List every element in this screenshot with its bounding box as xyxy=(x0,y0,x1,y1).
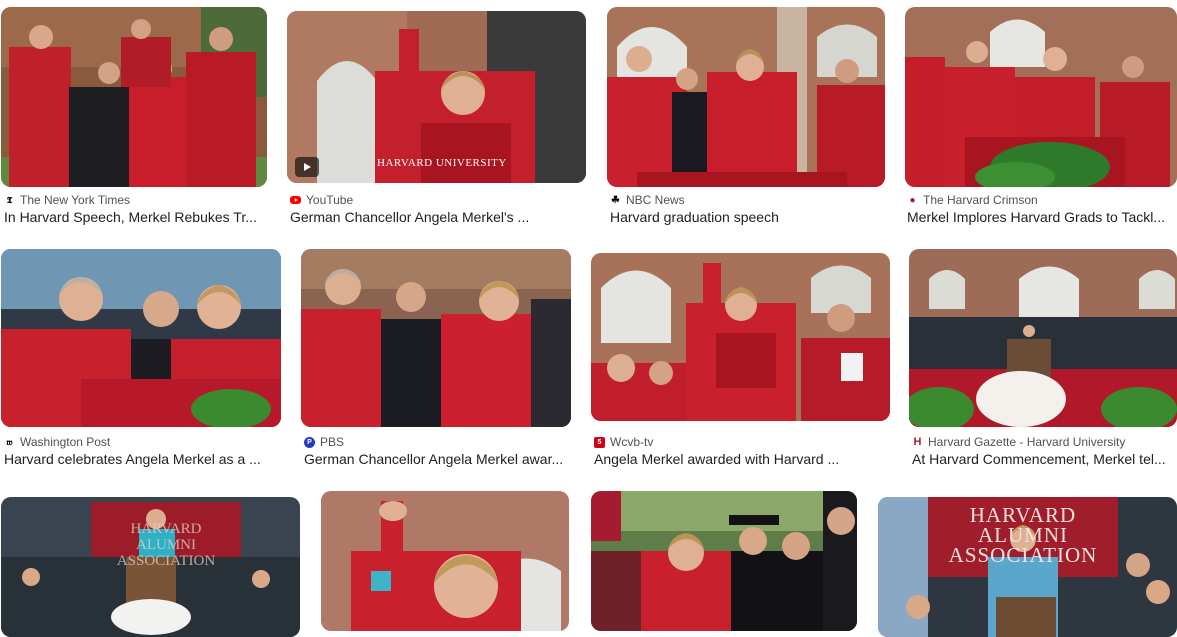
image-result-7[interactable]: 5 Wcvb-tv Angela Merkel awarded with Har… xyxy=(590,240,896,480)
image-result-8[interactable]: H Harvard Gazette - Harvard University A… xyxy=(908,240,1177,480)
result-thumbnail[interactable] xyxy=(607,7,885,187)
image-result-11[interactable] xyxy=(590,490,862,631)
image-result-10[interactable] xyxy=(320,490,570,631)
source-name: PBS xyxy=(320,435,345,449)
source-name: Wcvb-tv xyxy=(610,435,654,449)
source-name: Harvard Gazette - Harvard University xyxy=(928,435,1126,449)
result-source: 5 Wcvb-tv xyxy=(594,434,653,450)
wapo-icon: 𝔴 xyxy=(6,436,13,447)
result-thumbnail[interactable] xyxy=(1,7,267,187)
photo-stage-greenery xyxy=(905,7,1177,187)
result-source: P PBS xyxy=(304,434,344,450)
source-name: The New York Times xyxy=(20,193,131,207)
source-name: The Harvard Crimson xyxy=(923,193,1038,207)
photo-laughing-trio xyxy=(1,249,281,427)
image-result-9[interactable]: HARVARD ALUMNI ASSOCIATION xyxy=(0,490,305,637)
result-source: H Harvard Gazette - Harvard University xyxy=(912,434,1126,450)
harvard-watermark: HARVARD UNIVERSITY xyxy=(377,157,507,169)
result-thumbnail[interactable] xyxy=(591,253,890,421)
source-name: YouTube xyxy=(306,193,354,207)
result-source: YouTube xyxy=(290,192,353,208)
source-name: NBC News xyxy=(626,193,685,207)
result-thumbnail[interactable] xyxy=(1,249,281,427)
crimson-icon: ● xyxy=(909,194,916,206)
nyt-icon: 𝕿 xyxy=(6,194,13,205)
result-source: 𝕿 The New York Times xyxy=(4,192,130,208)
result-thumbnail[interactable] xyxy=(591,491,857,631)
result-title[interactable]: German Chancellor Angela Merkel's ... xyxy=(290,209,585,229)
result-thumbnail[interactable] xyxy=(905,7,1177,187)
photo-graduates-seated xyxy=(1,7,267,187)
play-icon xyxy=(295,157,319,177)
photo-merkel-clapping xyxy=(301,249,571,427)
result-title[interactable]: German Chancellor Angela Merkel awar... xyxy=(304,451,572,471)
photo-merkel-waving-closeup xyxy=(321,491,569,631)
pbs-icon: P xyxy=(304,436,315,448)
result-source: 𝔴 Washington Post xyxy=(4,434,110,450)
image-result-3[interactable]: ☘ NBC News Harvard graduation speech xyxy=(606,0,891,240)
image-result-6[interactable]: P PBS German Chancellor Angela Merkel aw… xyxy=(300,240,580,480)
youtube-icon xyxy=(290,196,301,204)
photo-graduates-crowd xyxy=(591,491,857,631)
image-result-12[interactable]: HARVARD ALUMNI ASSOCIATION xyxy=(876,490,1177,637)
result-title[interactable]: At Harvard Commencement, Merkel tel... xyxy=(912,451,1176,471)
alumni-banner-text: HARVARD ALUMNI ASSOCIATION xyxy=(116,521,216,569)
result-title[interactable]: Merkel Implores Harvard Grads to Tackl..… xyxy=(907,209,1175,229)
result-title[interactable]: Angela Merkel awarded with Harvard ... xyxy=(594,451,890,471)
wcvb-icon: 5 xyxy=(594,436,605,448)
image-result-2[interactable]: HARVARD UNIVERSITY YouTube German Chance… xyxy=(286,0,591,240)
result-thumbnail[interactable] xyxy=(301,249,571,427)
result-thumbnail[interactable]: HARVARD ALUMNI ASSOCIATION xyxy=(878,497,1177,637)
result-thumbnail[interactable] xyxy=(909,249,1177,427)
image-result-4[interactable]: ● The Harvard Crimson Merkel Implores Ha… xyxy=(903,0,1177,240)
source-name: Washington Post xyxy=(20,435,111,449)
photo-commencement-wide xyxy=(909,249,1177,427)
result-thumbnail[interactable]: HARVARD UNIVERSITY xyxy=(287,11,586,183)
alumni-banner-text: HARVARD ALUMNI ASSOCIATION xyxy=(948,503,1098,567)
result-title[interactable]: Harvard celebrates Angela Merkel as a ..… xyxy=(4,451,274,471)
result-title[interactable]: In Harvard Speech, Merkel Rebukes Tr... xyxy=(4,209,264,229)
result-source: ☘ NBC News xyxy=(610,192,685,208)
harvard-gazette-icon: H xyxy=(913,436,922,448)
photo-stage-applause xyxy=(607,7,885,187)
result-thumbnail[interactable]: HARVARD ALUMNI ASSOCIATION xyxy=(1,497,300,637)
result-title[interactable]: Harvard graduation speech xyxy=(610,209,885,229)
photo-merkel-waving-stage xyxy=(591,253,890,421)
image-result-1[interactable]: 𝕿 The New York Times In Harvard Speech, … xyxy=(0,0,270,240)
result-source: ● The Harvard Crimson xyxy=(907,192,1038,208)
result-thumbnail[interactable] xyxy=(321,491,569,631)
nbc-icon: ☘ xyxy=(611,194,620,206)
image-result-5[interactable]: 𝔴 Washington Post Harvard celebrates Ang… xyxy=(0,240,290,480)
